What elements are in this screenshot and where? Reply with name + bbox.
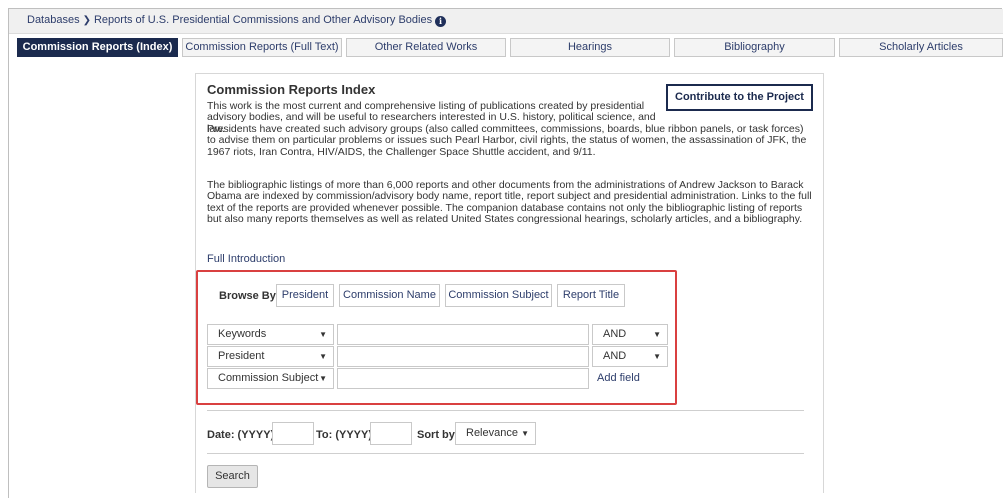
browse-by-label: Browse By:	[219, 290, 280, 302]
divider	[207, 410, 804, 411]
field-select-1[interactable]: Keywords ▼	[207, 324, 334, 345]
breadcrumb-current: Reports of U.S. Presidential Commissions…	[93, 14, 433, 26]
date-from-input[interactable]	[272, 422, 314, 445]
divider	[207, 453, 804, 454]
breadcrumb: Databases ❯ Reports of U.S. Presidential C…	[27, 14, 447, 27]
tab-commission-reports-index[interactable]: Commission Reports (Index)	[17, 38, 178, 57]
intro-paragraph-1-rest: Presidents have created such advisory gr…	[207, 123, 807, 158]
field-select-1-value: Keywords	[218, 328, 267, 340]
date-to-input[interactable]	[370, 422, 412, 445]
field-select-2-value: President	[218, 350, 265, 362]
page-title: Commission Reports Index	[207, 82, 376, 97]
browse-report-title-button[interactable]: Report Title	[557, 284, 625, 307]
tab-commission-reports-full-text[interactable]: Commission Reports (Full Text)	[182, 38, 342, 57]
operator-select-1[interactable]: AND ▼	[592, 324, 668, 345]
tab-bibliography[interactable]: Bibliography	[674, 38, 835, 57]
field-select-3-value: Commission Subject	[218, 372, 319, 384]
browse-commission-subject-button[interactable]: Commission Subject	[445, 284, 552, 307]
dropdown-arrow-icon: ▼	[521, 429, 529, 438]
full-introduction-link[interactable]: Full Introduction	[207, 253, 285, 265]
search-input-3[interactable]	[337, 368, 589, 389]
browse-commission-name-button[interactable]: Commission Name	[339, 284, 440, 307]
sort-by-label: Sort by:	[417, 429, 459, 441]
search-button[interactable]: Search	[207, 465, 258, 488]
dropdown-arrow-icon: ▼	[653, 330, 661, 339]
dropdown-arrow-icon: ▼	[653, 352, 661, 361]
date-from-label: Date: (YYYY)	[207, 429, 275, 441]
dropdown-arrow-icon: ▼	[319, 352, 327, 361]
breadcrumb-databases-link[interactable]: Databases	[27, 14, 80, 26]
add-field-link[interactable]: Add field	[597, 372, 640, 384]
search-input-2[interactable]	[337, 346, 589, 367]
browse-president-button[interactable]: President	[276, 284, 334, 307]
dropdown-arrow-icon: ▼	[319, 330, 327, 339]
date-to-label: To: (YYYY)	[316, 429, 373, 441]
tab-hearings[interactable]: Hearings	[510, 38, 670, 57]
search-input-1[interactable]	[337, 324, 589, 345]
tab-other-related-works[interactable]: Other Related Works	[346, 38, 506, 57]
intro-paragraph-2: The bibliographic listings of more than …	[207, 179, 812, 226]
dropdown-arrow-icon: ▼	[319, 374, 327, 383]
contribute-button[interactable]: Contribute to the Project	[666, 84, 813, 111]
breadcrumb-bar: Databases ❯ Reports of U.S. Presidential C…	[9, 9, 1003, 34]
sort-select[interactable]: Relevance ▼	[455, 422, 536, 445]
operator-select-1-value: AND	[603, 328, 627, 340]
operator-select-2[interactable]: AND ▼	[592, 346, 668, 367]
sort-select-value: Relevance	[466, 427, 518, 439]
operator-select-2-value: AND	[603, 350, 627, 362]
chevron-right-icon: ❯	[82, 15, 91, 26]
field-select-2[interactable]: President ▼	[207, 346, 334, 367]
tab-scholarly-articles[interactable]: Scholarly Articles	[839, 38, 1003, 57]
field-select-3[interactable]: Commission Subject ▼	[207, 368, 334, 389]
info-circle-icon[interactable]: i	[435, 16, 447, 27]
